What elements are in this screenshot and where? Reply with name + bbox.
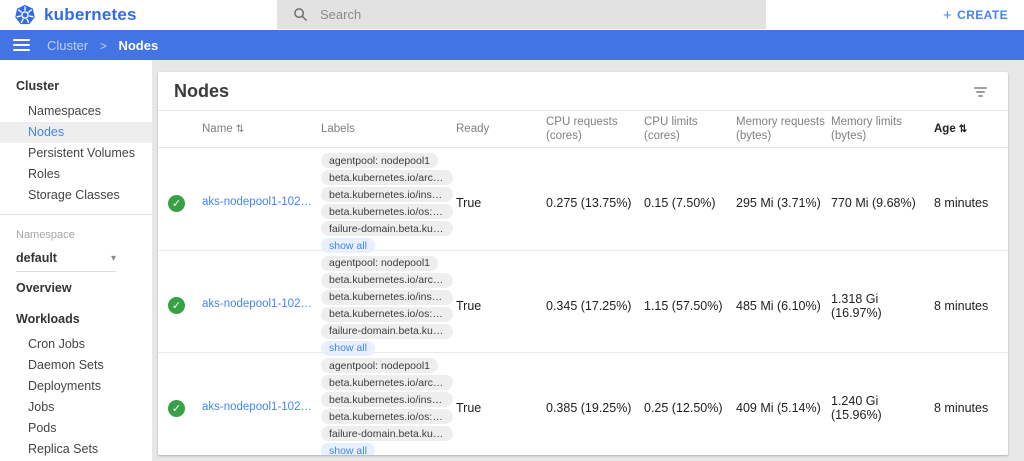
breadcrumb: Cluster > Nodes — [47, 38, 158, 53]
column-header-cpu-requests: CPU requests (cores) — [546, 115, 644, 143]
label-chip: beta.kubernetes.io/instance-t... — [321, 392, 453, 407]
label-chip: agentpool: nodepool1 — [321, 358, 438, 373]
node-name-link[interactable]: aks-nodepool1-10230590-vm... — [202, 298, 314, 310]
create-button[interactable]: + CREATE — [943, 0, 1008, 30]
label-chip: beta.kubernetes.io/os: linux — [321, 409, 453, 424]
kubernetes-wheel-icon — [14, 4, 36, 26]
labels-cell: agentpool: nodepool1 beta.kubernetes.io/… — [321, 251, 456, 361]
column-header-ready: Ready — [456, 122, 546, 136]
sidebar-section-cluster[interactable]: Cluster — [0, 70, 152, 101]
search-icon — [293, 7, 308, 22]
table-row: ✓ aks-nodepool1-10230590-vm... agentpool… — [158, 353, 1008, 455]
sidebar-item-nodes[interactable]: Nodes — [0, 122, 152, 143]
table-row: ✓ aks-nodepool1-10230590-vm... agentpool… — [158, 251, 1008, 354]
cpu-limits-cell: 1.15 (57.50%) — [644, 299, 736, 313]
search-input[interactable] — [320, 7, 700, 22]
column-header-name[interactable]: Name⇅ — [202, 122, 321, 137]
age-cell: 8 minutes — [934, 401, 1000, 415]
labels-cell: agentpool: nodepool1 beta.kubernetes.io/… — [321, 148, 456, 258]
node-name-link[interactable]: aks-nodepool1-10230590-vm... — [202, 196, 314, 208]
plus-icon: + — [943, 7, 952, 24]
search-bar[interactable] — [277, 0, 766, 29]
label-chip: failure-domain.beta.kubernet... — [321, 324, 453, 339]
node-ready-check-icon: ✓ — [168, 297, 185, 314]
page-title: Nodes — [174, 81, 229, 102]
node-ready-check-icon: ✓ — [168, 195, 185, 212]
memory-limits-cell: 770 Mi (9.68%) — [831, 196, 934, 210]
sort-icon: ⇅ — [236, 124, 244, 135]
sidebar-item-persistent-volumes[interactable]: Persistent Volumes — [0, 143, 152, 164]
label-chip: beta.kubernetes.io/arch: amd... — [321, 375, 453, 390]
breadcrumb-cluster-link[interactable]: Cluster — [47, 38, 88, 53]
column-header-age[interactable]: Age⇅ — [934, 122, 1000, 137]
age-cell: 8 minutes — [934, 196, 1000, 210]
namespace-selected-value: default — [16, 251, 57, 265]
namespace-label: Namespace — [0, 223, 152, 242]
breadcrumb-current-page: Nodes — [118, 38, 158, 53]
column-header-memory-limits: Memory limits (bytes) — [831, 115, 934, 143]
nodes-card: Nodes Name⇅ Labels Ready CPU requests (c… — [158, 72, 1008, 455]
node-ready-check-icon: ✓ — [168, 400, 185, 417]
top-app-bar: kubernetes + CREATE — [0, 0, 1024, 30]
label-chip: agentpool: nodepool1 — [321, 256, 438, 271]
column-header-memory-requests: Memory requests (bytes) — [736, 115, 831, 143]
sidebar-item-daemon-sets[interactable]: Daemon Sets — [0, 355, 152, 376]
sidebar-item-overview[interactable]: Overview — [0, 272, 152, 303]
cpu-limits-cell: 0.25 (12.50%) — [644, 401, 736, 415]
cpu-requests-cell: 0.345 (17.25%) — [546, 299, 644, 313]
sidebar-item-deployments[interactable]: Deployments — [0, 376, 152, 397]
table-header-row: Name⇅ Labels Ready CPU requests (cores) … — [158, 111, 1008, 148]
sidebar-section-workloads[interactable]: Workloads — [0, 303, 152, 334]
label-chip: beta.kubernetes.io/arch: amd... — [321, 170, 453, 185]
sidebar-item-cron-jobs[interactable]: Cron Jobs — [0, 334, 152, 355]
main-content: Nodes Name⇅ Labels Ready CPU requests (c… — [152, 60, 1024, 461]
memory-requests-cell: 295 Mi (3.71%) — [736, 196, 831, 210]
chevron-right-icon: > — [100, 39, 107, 53]
column-header-cpu-limits: CPU limits (cores) — [644, 115, 736, 143]
table-row: ✓ aks-nodepool1-10230590-vm... agentpool… — [158, 148, 1008, 251]
memory-requests-cell: 409 Mi (5.14%) — [736, 401, 831, 415]
memory-requests-cell: 485 Mi (6.10%) — [736, 299, 831, 313]
sidebar-item-roles[interactable]: Roles — [0, 164, 152, 185]
ready-cell: True — [456, 196, 546, 210]
label-chip: beta.kubernetes.io/arch: amd... — [321, 273, 453, 288]
filter-icon[interactable] — [971, 84, 990, 100]
label-chip: beta.kubernetes.io/instance-t... — [321, 290, 453, 305]
cpu-limits-cell: 0.15 (7.50%) — [644, 196, 736, 210]
namespace-selector[interactable]: default ▾ — [16, 246, 116, 272]
sidebar-item-replica-sets[interactable]: Replica Sets — [0, 439, 152, 460]
node-name-link[interactable]: aks-nodepool1-10230590-vm... — [202, 401, 314, 413]
cpu-requests-cell: 0.385 (19.25%) — [546, 401, 644, 415]
ready-cell: True — [456, 401, 546, 415]
show-all-labels-button[interactable]: show all — [321, 443, 375, 455]
label-chip: agentpool: nodepool1 — [321, 153, 438, 168]
logo-text: kubernetes — [44, 5, 137, 25]
label-chip: beta.kubernetes.io/instance-t... — [321, 187, 453, 202]
ready-cell: True — [456, 299, 546, 313]
breadcrumb-bar: Cluster > Nodes — [0, 30, 1024, 60]
label-chip: failure-domain.beta.kubernet... — [321, 426, 453, 441]
cpu-requests-cell: 0.275 (13.75%) — [546, 196, 644, 210]
chevron-down-icon: ▾ — [111, 253, 116, 264]
sidebar-item-jobs[interactable]: Jobs — [0, 397, 152, 418]
memory-limits-cell: 1.240 Gi (15.96%) — [831, 394, 934, 422]
sidebar-item-namespaces[interactable]: Namespaces — [0, 101, 152, 122]
sidebar-divider — [0, 214, 152, 215]
sidebar-item-pods[interactable]: Pods — [0, 418, 152, 439]
label-chip: failure-domain.beta.kubernet... — [321, 221, 453, 236]
label-chip: beta.kubernetes.io/os: linux — [321, 307, 453, 322]
sidebar-item-storage-classes[interactable]: Storage Classes — [0, 185, 152, 206]
age-cell: 8 minutes — [934, 299, 1000, 313]
label-chip: beta.kubernetes.io/os: linux — [321, 204, 453, 219]
sidebar-nav: Cluster Namespaces Nodes Persistent Volu… — [0, 60, 152, 461]
kubernetes-logo: kubernetes — [0, 4, 137, 26]
column-header-labels: Labels — [321, 122, 456, 136]
labels-cell: agentpool: nodepool1 beta.kubernetes.io/… — [321, 353, 456, 455]
sort-icon: ⇅ — [959, 124, 967, 135]
memory-limits-cell: 1.318 Gi (16.97%) — [831, 292, 934, 320]
create-button-label: CREATE — [957, 8, 1008, 22]
hamburger-menu-icon[interactable] — [13, 39, 30, 51]
